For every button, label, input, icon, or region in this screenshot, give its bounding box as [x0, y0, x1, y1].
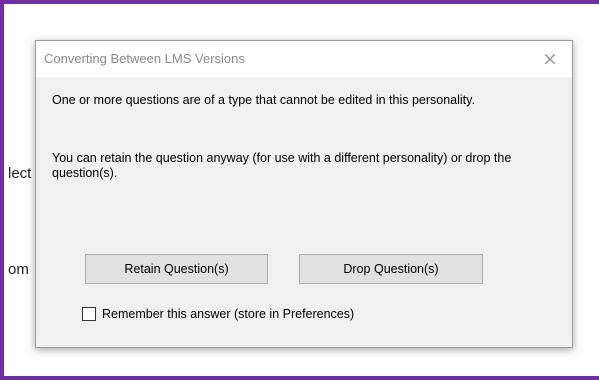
- background-text-fragment: om: [8, 261, 29, 278]
- background-text-fragment: lect: [8, 165, 32, 182]
- dialog-titlebar[interactable]: Converting Between LMS Versions ×: [36, 41, 572, 77]
- remember-answer-option[interactable]: Remember this answer (store in Preferenc…: [82, 306, 354, 322]
- dialog-message-secondary: You can retain the question anyway (for …: [52, 151, 512, 180]
- dialog-title: Converting Between LMS Versions: [44, 51, 245, 66]
- dialog-message-primary: One or more questions are of a type that…: [52, 93, 475, 107]
- conversion-dialog: Converting Between LMS Versions × One or…: [35, 40, 573, 348]
- remember-answer-checkbox[interactable]: [82, 307, 96, 321]
- remember-answer-label[interactable]: Remember this answer (store in Preferenc…: [102, 307, 354, 321]
- retain-questions-button[interactable]: Retain Question(s): [85, 254, 268, 284]
- close-icon[interactable]: ×: [528, 41, 572, 77]
- drop-questions-button[interactable]: Drop Question(s): [299, 254, 483, 284]
